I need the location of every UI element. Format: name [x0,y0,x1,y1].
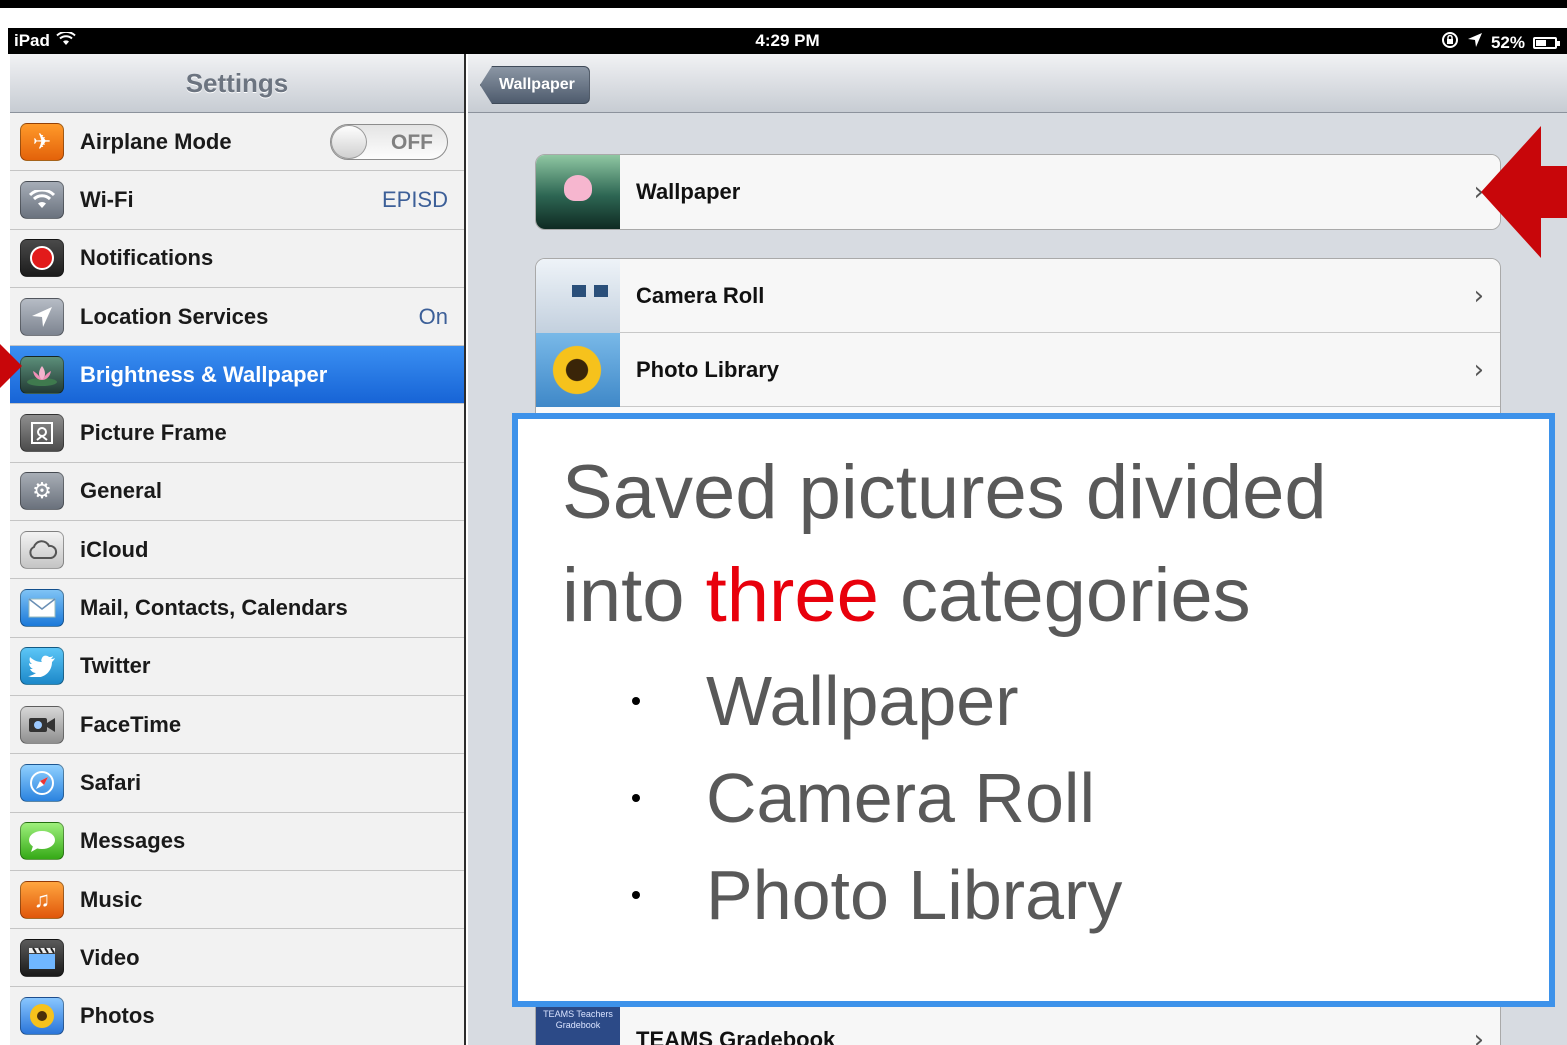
wallpaper-cell-label: Wallpaper [636,179,741,204]
row-label: Mail, Contacts, Calendars [80,595,348,621]
wifi-network-value: EPISD [381,186,448,212]
settings-row-icloud[interactable]: iCloud [10,521,464,580]
red-pointer-arrow-right [1481,126,1567,258]
settings-row-notifications[interactable]: Notifications [10,229,464,288]
settings-row-photos[interactable]: Photos [10,987,464,1045]
settings-list: ✈ Airplane Mode OFF Wi-Fi EPISD Notifica… [10,113,464,1045]
row-label: Video [80,944,140,970]
annotation-callout: Saved pictures divided into three catego… [512,413,1555,1007]
chevron-right-icon: › [1473,1025,1484,1045]
callout-bullet-list: Wallpaper Camera Roll Photo Library [562,653,1505,944]
photo-library-label: Photo Library [636,356,780,382]
cloud-icon [20,530,64,569]
row-label: Picture Frame [80,420,227,446]
row-label: Music [80,886,143,912]
wallpaper-cell[interactable]: Wallpaper › [536,155,1500,229]
settings-row-airplane-mode[interactable]: ✈ Airplane Mode OFF [10,113,464,172]
toggle-knob [331,124,367,159]
compass-icon [20,763,64,802]
film-clapper-icon [20,938,64,977]
location-arrow-icon [20,297,64,336]
status-bar: iPad 4:29 PM 52% [8,28,1567,54]
settings-sidebar: Settings ✈ Airplane Mode OFF Wi-Fi EPISD… [10,54,466,1045]
callout-bullet: Wallpaper [632,653,1505,750]
row-label: Location Services [80,303,269,329]
row-label: Notifications [80,245,214,271]
row-label: Messages [80,828,186,854]
detail-navbar: Wallpaper [468,54,1567,113]
sidebar-title: Settings [10,54,464,113]
wallpaper-group: Wallpaper › [535,154,1501,230]
bird-icon [20,647,64,686]
callout-headline: Saved pictures divided into three catego… [562,441,1505,647]
toggle-state: OFF [391,130,433,154]
camera-roll-label: Camera Roll [636,282,765,308]
top-border [0,0,1567,8]
camera-roll-thumbnail [536,259,620,333]
settings-row-safari[interactable]: Safari [10,754,464,813]
chevron-right-icon: › [1473,280,1484,311]
callout-bullet: Camera Roll [632,750,1505,847]
teams-gradebook-label: TEAMS Gradebook [636,1027,836,1045]
picture-frame-icon [20,414,64,453]
row-label: Twitter [80,653,151,679]
row-label: FaceTime [80,711,182,737]
location-arrow-icon [1467,32,1483,53]
row-label: Airplane Mode [80,128,232,154]
callout-bullet: Photo Library [632,847,1505,944]
lotus-flower-icon [20,355,64,394]
airplane-icon: ✈ [20,122,64,161]
gear-icon: ⚙ [20,472,64,511]
music-note-icon: ♫ [20,880,64,919]
battery-icon [1533,36,1560,49]
settings-row-location-services[interactable]: Location Services On [10,287,464,347]
settings-row-video[interactable]: Video [10,929,464,988]
settings-row-music[interactable]: ♫ Music [10,870,464,930]
sunflower-icon [20,997,64,1036]
rotation-lock-icon [1441,31,1459,54]
row-label: General [80,478,162,504]
row-label: Safari [80,769,142,795]
callout-highlight: three [705,553,879,638]
video-camera-icon [20,705,64,744]
envelope-icon [20,589,64,628]
photo-library-cell[interactable]: Photo Library › [536,333,1500,407]
row-label: Brightness & Wallpaper [80,361,328,387]
location-services-value: On [418,303,448,329]
teams-gradebook-thumbnail: TEAMS Teachers Gradebook [536,1003,620,1045]
notifications-icon [20,239,64,278]
callout-line-2: into three categories [562,544,1505,647]
wifi-icon [20,180,64,219]
battery-percent: 52% [1490,32,1525,52]
settings-row-twitter[interactable]: Twitter [10,637,464,696]
photo-library-thumbnail [536,333,620,407]
callout-line-2-start: into [562,553,706,638]
status-right: 52% [1441,31,1560,54]
row-label: Wi-Fi [80,186,134,212]
settings-row-general[interactable]: ⚙ General [10,462,464,522]
row-label: iCloud [80,536,149,562]
callout-line-2-end: categories [878,553,1251,638]
settings-row-messages[interactable]: Messages [10,812,464,871]
speech-bubble-icon [20,822,64,861]
settings-row-facetime[interactable]: FaceTime [10,695,464,755]
chevron-right-icon: › [1473,354,1484,385]
red-pointer-arrow-left [0,344,22,388]
back-button[interactable]: Wallpaper [480,66,590,104]
status-clock: 4:29 PM [755,31,820,50]
settings-row-mail-contacts-calendars[interactable]: Mail, Contacts, Calendars [10,579,464,638]
settings-row-brightness-wallpaper[interactable]: Brightness & Wallpaper [10,346,464,405]
settings-row-wifi[interactable]: Wi-Fi EPISD [10,171,464,230]
teams-gradebook-cell[interactable]: TEAMS Teachers Gradebook TEAMS Gradebook… [536,1003,1500,1045]
camera-roll-cell[interactable]: Camera Roll › [536,259,1500,333]
settings-row-picture-frame[interactable]: Picture Frame [10,404,464,463]
airplane-mode-toggle[interactable]: OFF [330,123,448,160]
row-label: Photos [80,1003,155,1029]
wallpaper-thumbnail [536,155,620,229]
callout-line-1: Saved pictures divided [562,450,1327,535]
